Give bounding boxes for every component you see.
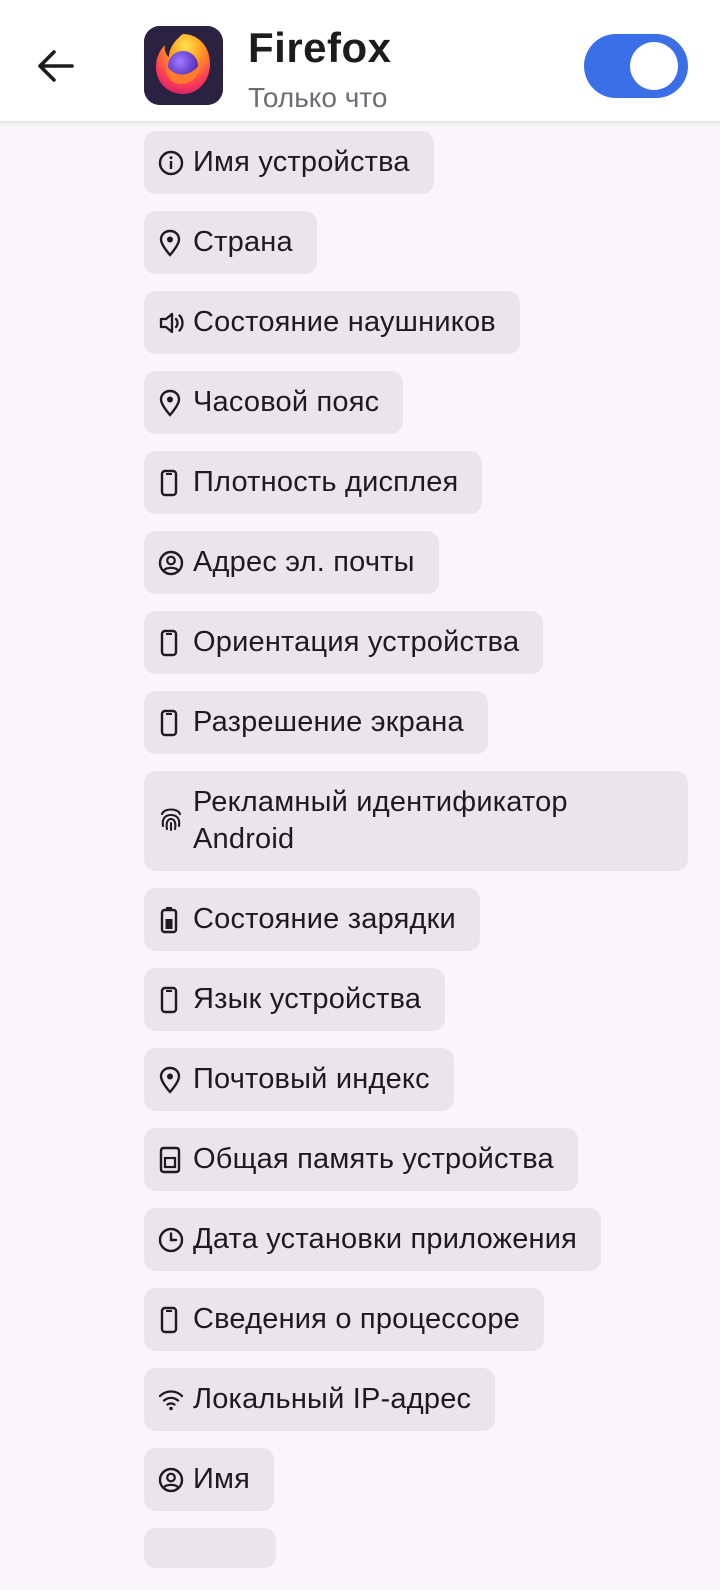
- account-circle-icon: [158, 544, 186, 581]
- chip-label: Адрес эл. почты: [193, 546, 415, 578]
- chip-label: Общая память устройства: [193, 1143, 554, 1175]
- chip-label: Локальный IP-адрес: [193, 1383, 472, 1415]
- speaker-icon: [158, 304, 186, 341]
- back-button[interactable]: [26, 36, 86, 96]
- app-title: Firefox: [248, 24, 392, 71]
- chip-label: Состояние зарядки: [193, 903, 456, 935]
- chip-label: Плотность дисплея: [193, 466, 459, 498]
- data-category-list: Имя устройства Страна Состояние наушнико…: [144, 131, 704, 1590]
- chip-label: Часовой пояс: [193, 386, 380, 418]
- location-pin-icon: [158, 384, 186, 421]
- storage-icon: [158, 1141, 186, 1178]
- last-sync-time: Только что: [248, 82, 388, 113]
- chip-advertising-id: Рекламный идентификатор Android: [144, 771, 688, 871]
- fingerprint-icon: [158, 784, 186, 832]
- chip-label: Разрешение экрана: [193, 706, 464, 738]
- chip-charging-state: Состояние зарядки: [144, 888, 480, 951]
- phone-icon: [158, 1301, 186, 1338]
- chip-country: Страна: [144, 211, 317, 274]
- battery-icon: [158, 901, 186, 938]
- account-circle-icon: [158, 1461, 186, 1498]
- location-pin-icon: [158, 1061, 186, 1098]
- info-icon: [158, 144, 186, 181]
- chip-timezone: Часовой пояс: [144, 371, 404, 434]
- chip-label: Имя: [193, 1463, 251, 1495]
- chip-total-memory: Общая память устройства: [144, 1128, 578, 1191]
- chip-cpu-info: Сведения о процессоре: [144, 1288, 545, 1351]
- arrow-left-icon: [38, 50, 74, 82]
- chip-device-name: Имя устройства: [144, 131, 434, 194]
- phone-icon: [158, 464, 186, 501]
- chip-screen-resolution: Разрешение экрана: [144, 691, 488, 754]
- location-pin-icon: [158, 224, 186, 261]
- chip-label: Страна: [193, 226, 293, 258]
- chip-device-orientation: Ориентация устройства: [144, 611, 544, 674]
- chip-device-language: Язык устройства: [144, 968, 446, 1031]
- phone-icon: [158, 624, 186, 661]
- app-header: Firefox Только что: [0, 0, 720, 122]
- chip-label: Дата установки приложения: [193, 1223, 578, 1255]
- chip-label: Язык устройства: [193, 983, 422, 1015]
- chip-headphones-state: Состояние наушников: [144, 291, 520, 354]
- chip-local-ip: Локальный IP-адрес: [144, 1368, 496, 1431]
- chip-postal-code: Почтовый индекс: [144, 1048, 454, 1111]
- enable-toggle[interactable]: [584, 34, 688, 98]
- phone-icon: [158, 981, 186, 1018]
- chip-label: Рекламный идентификатор Android: [193, 786, 568, 855]
- chip-partially-visible: [144, 1528, 276, 1568]
- firefox-logo-icon: [144, 26, 223, 105]
- chip-name: Имя: [144, 1448, 275, 1511]
- chip-label: Сведения о процессоре: [193, 1303, 521, 1335]
- wifi-icon: [158, 1381, 186, 1418]
- phone-icon: [158, 704, 186, 741]
- chip-label: Ориентация устройства: [193, 626, 520, 658]
- chip-email: Адрес эл. почты: [144, 531, 439, 594]
- chip-label: Почтовый индекс: [193, 1063, 430, 1095]
- clock-icon: [158, 1221, 186, 1258]
- chip-display-density: Плотность дисплея: [144, 451, 483, 514]
- toggle-knob: [630, 42, 678, 90]
- chip-install-date: Дата установки приложения: [144, 1208, 602, 1271]
- chip-label: Имя устройства: [193, 146, 410, 178]
- chip-label: Состояние наушников: [193, 306, 496, 338]
